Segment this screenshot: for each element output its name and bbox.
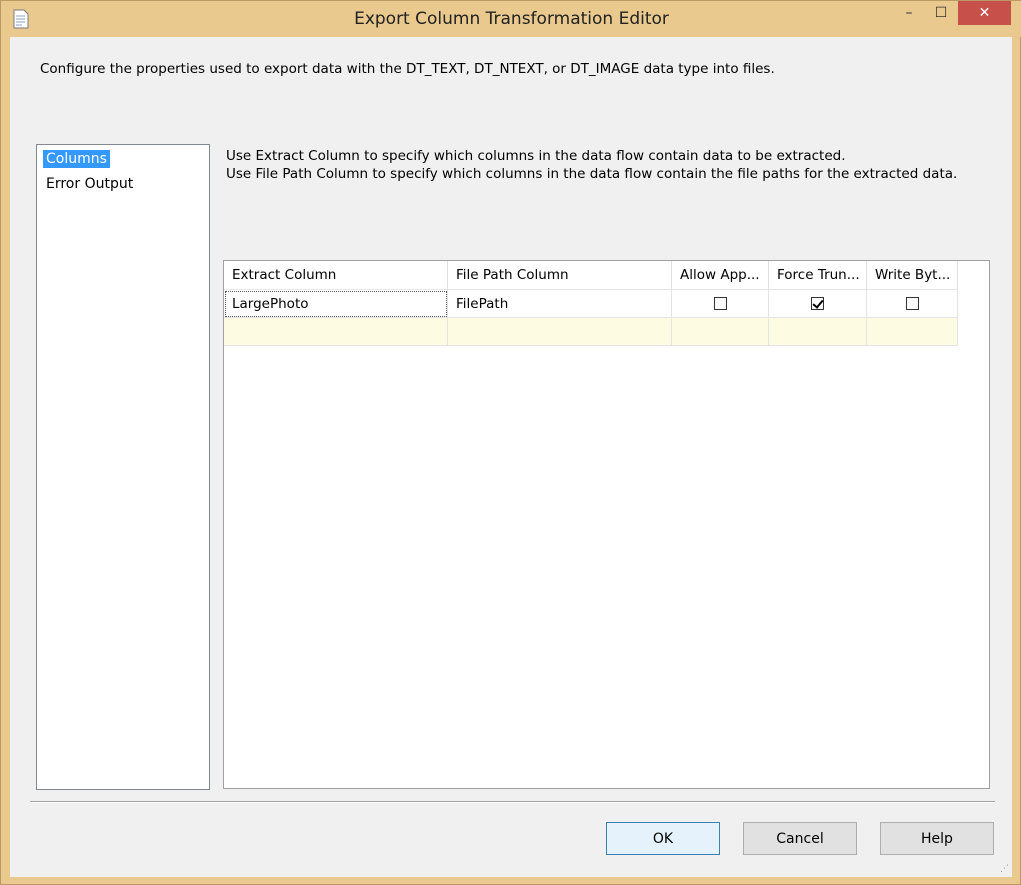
allow-append-checkbox[interactable] bbox=[713, 297, 727, 310]
dialog-client-area: Configure the properties used to export … bbox=[10, 37, 1012, 877]
cell-force-truncate bbox=[768, 289, 867, 318]
page-navigation-list[interactable]: Columns Error Output bbox=[36, 144, 210, 790]
instruction-line-extract: Use Extract Column to specify which colu… bbox=[226, 148, 846, 164]
cell-file-path-column[interactable]: FilePath bbox=[447, 289, 672, 318]
minimize-button[interactable]: – bbox=[894, 1, 924, 25]
columns-table: Extract Column File Path Column Allow Ap… bbox=[224, 261, 958, 346]
columns-grid[interactable]: Extract Column File Path Column Allow Ap… bbox=[223, 260, 990, 789]
new-row-cell[interactable] bbox=[671, 317, 769, 346]
header-file-path-column[interactable]: File Path Column bbox=[447, 261, 672, 290]
nav-item-error-output[interactable]: Error Output bbox=[43, 175, 136, 193]
button-separator bbox=[30, 801, 995, 803]
cell-extract-column[interactable]: LargePhoto bbox=[224, 289, 448, 318]
columns-instructions: Use Extract Column to specify which colu… bbox=[226, 147, 957, 183]
header-extract-column[interactable]: Extract Column bbox=[224, 261, 448, 290]
maximize-icon: ☐ bbox=[934, 5, 948, 21]
nav-item-columns[interactable]: Columns bbox=[43, 150, 110, 168]
resize-grip-icon[interactable]: ⋰ bbox=[1000, 865, 1010, 875]
header-write-bom[interactable]: Write Byt... bbox=[866, 261, 958, 290]
title-bar[interactable]: Export Column Transformation Editor – ☐ … bbox=[1, 1, 1021, 37]
new-row-cell[interactable] bbox=[768, 317, 867, 346]
cell-allow-append bbox=[671, 289, 769, 318]
new-row[interactable] bbox=[224, 317, 958, 346]
close-button[interactable]: ✕ bbox=[958, 1, 1011, 25]
ok-button[interactable]: OK bbox=[606, 822, 720, 855]
header-force-truncate[interactable]: Force Trun... bbox=[768, 261, 867, 290]
new-row-cell[interactable] bbox=[866, 317, 958, 346]
window-title: Export Column Transformation Editor bbox=[354, 9, 669, 29]
instruction-line-filepath: Use File Path Column to specify which co… bbox=[226, 166, 958, 182]
cancel-button[interactable]: Cancel bbox=[743, 822, 857, 855]
force-truncate-checkbox[interactable] bbox=[811, 297, 824, 310]
cell-write-bom bbox=[866, 289, 958, 318]
dialog-description: Configure the properties used to export … bbox=[40, 61, 775, 77]
close-icon: ✕ bbox=[978, 5, 991, 21]
header-allow-append[interactable]: Allow App... bbox=[671, 261, 769, 290]
new-row-cell[interactable] bbox=[224, 317, 448, 346]
grid-header-row: Extract Column File Path Column Allow Ap… bbox=[224, 261, 958, 290]
maximize-button[interactable]: ☐ bbox=[926, 1, 956, 25]
dialog-window: Export Column Transformation Editor – ☐ … bbox=[0, 0, 1021, 885]
write-bom-checkbox[interactable] bbox=[905, 297, 919, 310]
table-row: LargePhoto FilePath bbox=[224, 289, 958, 318]
new-row-cell[interactable] bbox=[447, 317, 672, 346]
help-button[interactable]: Help bbox=[880, 822, 994, 855]
minimize-icon: – bbox=[905, 5, 913, 21]
